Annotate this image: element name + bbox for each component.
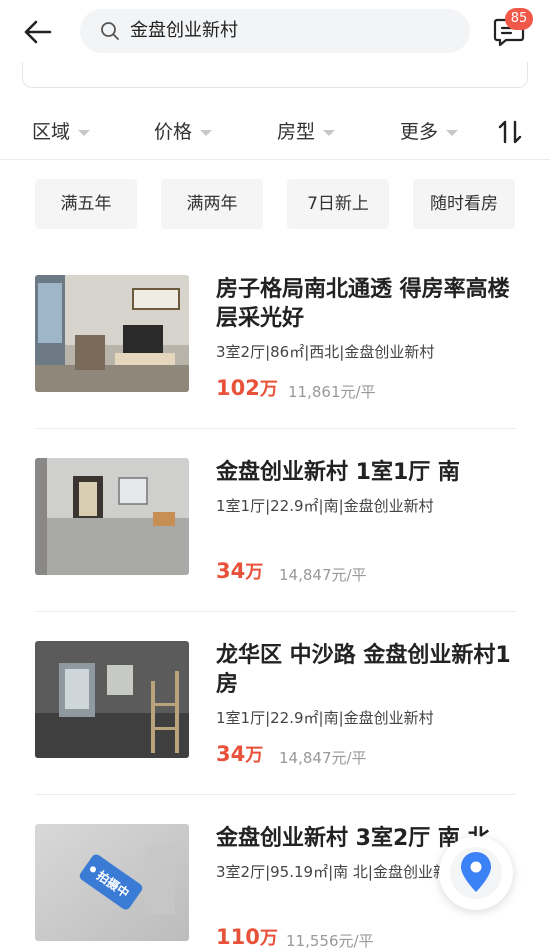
listing-unit-price: 14,847元/平 [279,749,367,767]
back-arrow-icon[interactable] [20,14,56,50]
listing-meta: 3室2厅|86㎡|西北|金盘创业新村 [216,343,435,361]
listing-meta: 1室1厅|22.9㎡|南|金盘创业新村 [216,497,434,515]
dropdown-panel-edge [22,62,528,88]
listing-photo: 拍摄中 [35,824,189,941]
listing-photo [35,458,189,575]
listing-price: 110万 [216,924,278,950]
listing-photo [35,275,189,392]
listing-meta: 1室1厅|22.9㎡|南|金盘创业新村 [216,709,434,727]
filter-area[interactable]: 区域 [32,118,91,146]
filter-price[interactable]: 价格 [154,118,213,146]
dropdown-triangle-icon [200,129,213,136]
dropdown-triangle-icon [446,129,459,136]
listing-title: 金盘创业新村 1室1厅 南 [216,460,460,485]
filter-more[interactable]: 更多 [400,118,459,146]
listing-title: 房子格局南北通透 得房率高楼层采光好 [216,277,510,331]
sort-updown-icon[interactable] [496,118,524,146]
dropdown-triangle-icon [323,129,336,136]
divider [35,428,516,429]
filter-bar: 区域 价格 房型 更多 [0,104,550,160]
search-bar[interactable]: 金盘创业新村 [80,9,470,53]
search-icon [101,22,119,40]
price-unit: 万 [245,562,264,583]
listing-unit-price: 11,861元/平 [288,383,376,401]
map-button[interactable] [439,836,513,910]
price-unit: 万 [259,928,278,949]
listing-price: 34万 [216,741,263,767]
listing-price: 102万 [216,375,278,401]
price-unit: 万 [245,745,264,766]
listing-unit-price: 14,847元/平 [279,566,367,584]
price-value: 102 [216,376,260,400]
tag-new-7days[interactable]: 7日新上 [287,179,389,229]
search-input-value[interactable]: 金盘创业新村 [130,9,238,53]
message-badge: 85 [505,8,533,30]
listing-card[interactable]: 龙华区 中沙路 金盘创业新村1房 1室1厅|22.9㎡|南|金盘创业新村 34万… [35,641,516,781]
tag-five-years[interactable]: 满五年 [35,179,137,229]
price-unit: 万 [259,379,278,400]
filter-label: 区域 [32,121,71,143]
listing-title: 龙华区 中沙路 金盘创业新村1房 [216,643,511,697]
map-pin-icon [450,847,502,899]
filter-label: 价格 [154,121,193,143]
divider [35,794,516,795]
listing-price: 34万 [216,558,263,584]
tag-two-years[interactable]: 满两年 [161,179,263,229]
price-value: 110 [216,925,260,949]
top-bar: 金盘创业新村 85 [0,0,550,64]
tag-view-anytime[interactable]: 随时看房 [413,179,515,229]
listing-photo [35,641,189,758]
price-value: 34 [216,559,246,583]
divider [35,611,516,612]
listing-meta: 3室2厅|95.19㎡|南 北|金盘创业新村 [216,863,463,881]
price-value: 34 [216,742,246,766]
filter-label: 房型 [277,121,316,143]
dropdown-triangle-icon [78,129,91,136]
listing-unit-price: 11,556元/平 [286,932,374,950]
listing-card[interactable]: 金盘创业新村 1室1厅 南 1室1厅|22.9㎡|南|金盘创业新村 34万 14… [35,458,516,598]
listing-card[interactable]: 房子格局南北通透 得房率高楼层采光好 3室2厅|86㎡|西北|金盘创业新村 10… [35,275,516,415]
filter-layout[interactable]: 房型 [277,118,336,146]
filter-label: 更多 [400,121,439,143]
